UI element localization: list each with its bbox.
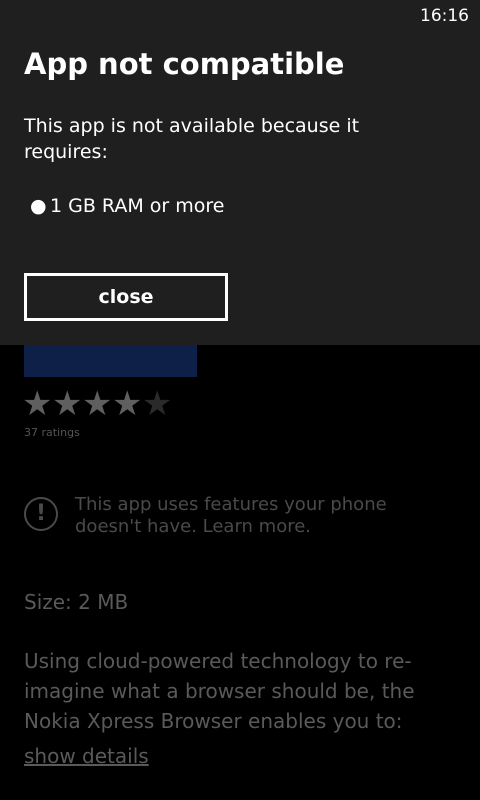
phone-screen: ★ ★ ★ ★ ★ 37 ratings ! This app uses fea… [0,0,480,800]
rating-stars: ★ ★ ★ ★ ★ [22,384,172,424]
star-icon: ★ [52,384,83,424]
notice-text: This app uses features your phone doesn'… [75,494,387,537]
star-empty-icon: ★ [142,384,173,424]
bullet-icon: ● [30,195,47,217]
close-button[interactable]: close [24,273,228,321]
dialog-message: This app is not available because it req… [24,115,360,163]
app-description: Using cloud-powered technology to re-ima… [24,649,415,733]
star-icon: ★ [82,384,113,424]
app-not-compatible-dialog: 16:16 App not compatible This app is not… [0,0,480,345]
ratings-count: 37 ratings [24,426,80,439]
exclamation-circle-icon: ! [24,497,58,531]
compatibility-notice[interactable]: ! This app uses features your phone does… [24,494,444,544]
app-size: Size: 2 MB [24,590,129,614]
show-details-link[interactable]: show details [24,744,149,768]
star-icon: ★ [22,384,53,424]
requirement-text: 1 GB RAM or more [50,195,225,217]
requirements-list: ● 1 GB RAM or more [30,193,224,219]
star-icon: ★ [112,384,143,424]
dialog-title: App not compatible [24,47,345,81]
requirement-item: ● 1 GB RAM or more [30,193,224,219]
status-bar-clock: 16:16 [420,6,469,26]
